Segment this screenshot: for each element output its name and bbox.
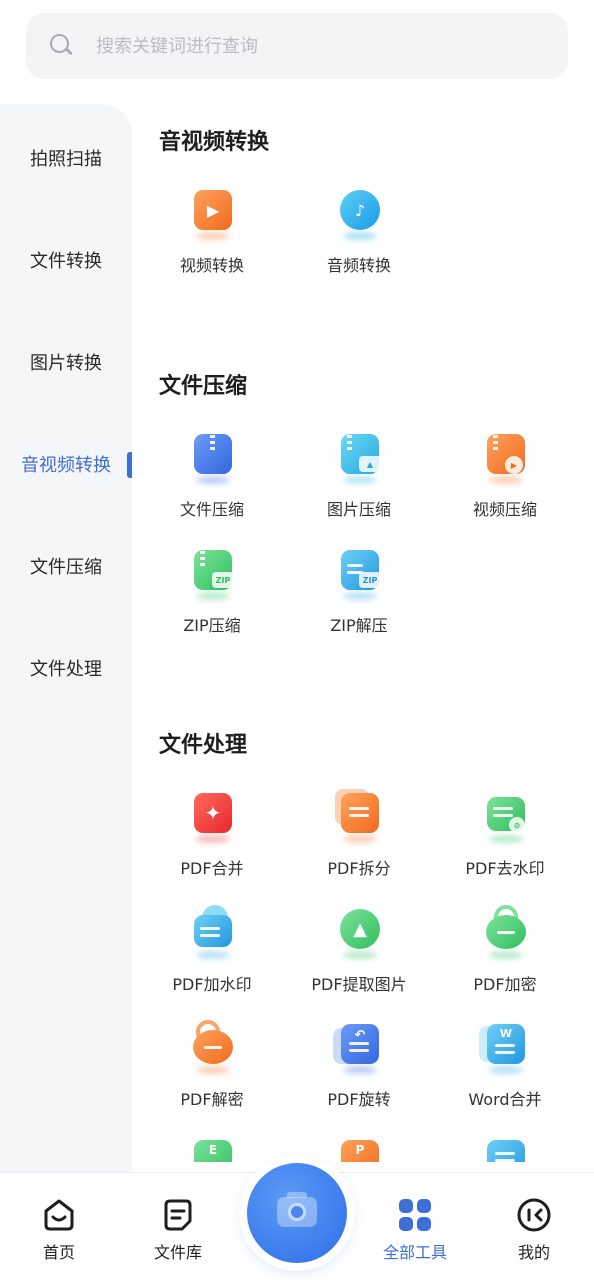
tool-label: Word合并 xyxy=(468,1090,542,1109)
tool-pdf-rotate[interactable]: ↶ PDF旋转 xyxy=(284,1016,434,1110)
audio-convert-icon: ♪ xyxy=(329,182,389,242)
nav-file-library[interactable]: 文件库 xyxy=(133,1197,223,1263)
tool-pdf-remove-watermark[interactable]: ⊘ PDF去水印 xyxy=(430,785,580,879)
search-icon xyxy=(50,34,74,58)
tool-pdf-encrypt[interactable]: PDF加密 xyxy=(430,901,580,995)
tool-label: PDF旋转 xyxy=(327,1090,391,1109)
nav-profile[interactable]: 我的 xyxy=(489,1197,579,1263)
sidebar-item-label: 图片转换 xyxy=(30,353,102,374)
sidebar-item-file-convert[interactable]: 文件转换 xyxy=(0,230,132,290)
tool-label: 音频转换 xyxy=(326,256,391,275)
tool-document-partial[interactable] xyxy=(430,1132,580,1162)
tool-label: PDF拆分 xyxy=(327,859,391,878)
file-library-icon xyxy=(164,1199,192,1231)
pdf-encrypt-icon xyxy=(475,901,535,961)
tool-label: 文件压缩 xyxy=(179,500,244,519)
tool-label: PDF加水印 xyxy=(172,975,252,994)
tool-label: 视频压缩 xyxy=(472,500,537,519)
nav-all-tools[interactable]: 全部工具 xyxy=(370,1197,460,1263)
pdf-rotate-icon: ↶ xyxy=(329,1016,389,1076)
nav-label: 文件库 xyxy=(153,1243,202,1262)
pdf-decrypt-icon xyxy=(182,1016,242,1076)
tool-file-compress[interactable]: 文件压缩 xyxy=(137,426,287,520)
tool-label: 图片压缩 xyxy=(326,500,391,519)
sidebar-item-photo-scan[interactable]: 拍照扫描 xyxy=(0,128,132,188)
section-title-process: 文件处理 xyxy=(159,733,248,758)
sidebar-item-label: 文件压缩 xyxy=(30,557,102,578)
camera-icon xyxy=(277,1192,317,1227)
all-tools-icon xyxy=(399,1199,431,1231)
nav-label: 全部工具 xyxy=(382,1243,447,1262)
camera-scan-button[interactable] xyxy=(247,1163,347,1263)
zip-compress-icon: ZIP xyxy=(182,542,242,602)
category-sidebar: 拍照扫描 文件转换 图片转换 音视频转换 文件压缩 文件处理 xyxy=(0,104,132,1174)
tool-label: 视频转换 xyxy=(179,256,244,275)
nav-home[interactable]: 首页 xyxy=(14,1197,104,1263)
nav-label: 首页 xyxy=(42,1243,75,1262)
tool-label: ZIP解压 xyxy=(330,616,388,635)
sidebar-item-label: 拍照扫描 xyxy=(30,149,102,170)
search-bar[interactable] xyxy=(26,13,568,79)
sidebar-item-av-convert[interactable]: 音视频转换 xyxy=(0,434,132,494)
sidebar-item-label: 音视频转换 xyxy=(21,455,111,476)
pdf-extract-image-icon: ▲ xyxy=(329,901,389,961)
document-icon xyxy=(475,1132,535,1162)
pdf-remove-watermark-icon: ⊘ xyxy=(475,785,535,845)
tool-label: PDF提取图片 xyxy=(311,975,407,994)
tool-label: PDF解密 xyxy=(180,1090,244,1109)
home-icon xyxy=(44,1199,74,1231)
sidebar-item-image-convert[interactable]: 图片转换 xyxy=(0,332,132,392)
tool-label: PDF去水印 xyxy=(465,859,545,878)
tool-label: PDF合并 xyxy=(180,859,244,878)
section-title-av: 音视频转换 xyxy=(159,130,270,155)
tool-zip-extract[interactable]: ZIP ZIP解压 xyxy=(284,542,434,636)
tool-pdf-decrypt[interactable]: PDF解密 xyxy=(137,1016,287,1110)
nav-label: 我的 xyxy=(517,1243,550,1262)
tool-audio-convert[interactable]: ♪ 音频转换 xyxy=(284,182,434,276)
ppt-icon: P xyxy=(329,1132,389,1162)
tool-pdf-add-watermark[interactable]: PDF加水印 xyxy=(137,901,287,995)
tool-excel-partial[interactable]: E xyxy=(137,1132,287,1162)
section-title-compress: 文件压缩 xyxy=(159,374,248,399)
image-compress-icon: ▲ xyxy=(329,426,389,486)
tool-ppt-partial[interactable]: P xyxy=(284,1132,434,1162)
video-convert-icon: ▶ xyxy=(182,182,242,242)
tool-word-merge[interactable]: W Word合并 xyxy=(430,1016,580,1110)
tool-zip-compress[interactable]: ZIP ZIP压缩 xyxy=(137,542,287,636)
tool-pdf-split[interactable]: PDF拆分 xyxy=(284,785,434,879)
sidebar-item-label: 文件转换 xyxy=(30,251,102,272)
tool-label: ZIP压缩 xyxy=(183,616,241,635)
file-compress-icon xyxy=(182,426,242,486)
zip-extract-icon: ZIP xyxy=(329,542,389,602)
sidebar-item-file-compress[interactable]: 文件压缩 xyxy=(0,536,132,596)
pdf-add-watermark-icon xyxy=(182,901,242,961)
tool-image-compress[interactable]: ▲ 图片压缩 xyxy=(284,426,434,520)
page: 拍照扫描 文件转换 图片转换 音视频转换 文件压缩 文件处理 音视频转换 ▶ 视… xyxy=(0,0,594,1280)
tool-video-convert[interactable]: ▶ 视频转换 xyxy=(137,182,287,276)
excel-icon: E xyxy=(182,1132,242,1162)
search-input[interactable] xyxy=(96,35,516,57)
tool-label: PDF加密 xyxy=(473,975,537,994)
sidebar-item-label: 文件处理 xyxy=(30,659,102,680)
word-merge-icon: W xyxy=(475,1016,535,1076)
tools-panel: 音视频转换 ▶ 视频转换 ♪ 音频转换 文件压缩 文件压缩 ▲ 图片压缩 ▶ 视… xyxy=(132,104,594,1162)
video-compress-icon: ▶ xyxy=(475,426,535,486)
profile-icon xyxy=(517,1198,551,1232)
tool-video-compress[interactable]: ▶ 视频压缩 xyxy=(430,426,580,520)
pdf-merge-icon: ✦ xyxy=(182,785,242,845)
pdf-split-icon xyxy=(329,785,389,845)
sidebar-item-file-process[interactable]: 文件处理 xyxy=(0,638,132,698)
tool-pdf-extract-image[interactable]: ▲ PDF提取图片 xyxy=(284,901,434,995)
tool-pdf-merge[interactable]: ✦ PDF合并 xyxy=(137,785,287,879)
